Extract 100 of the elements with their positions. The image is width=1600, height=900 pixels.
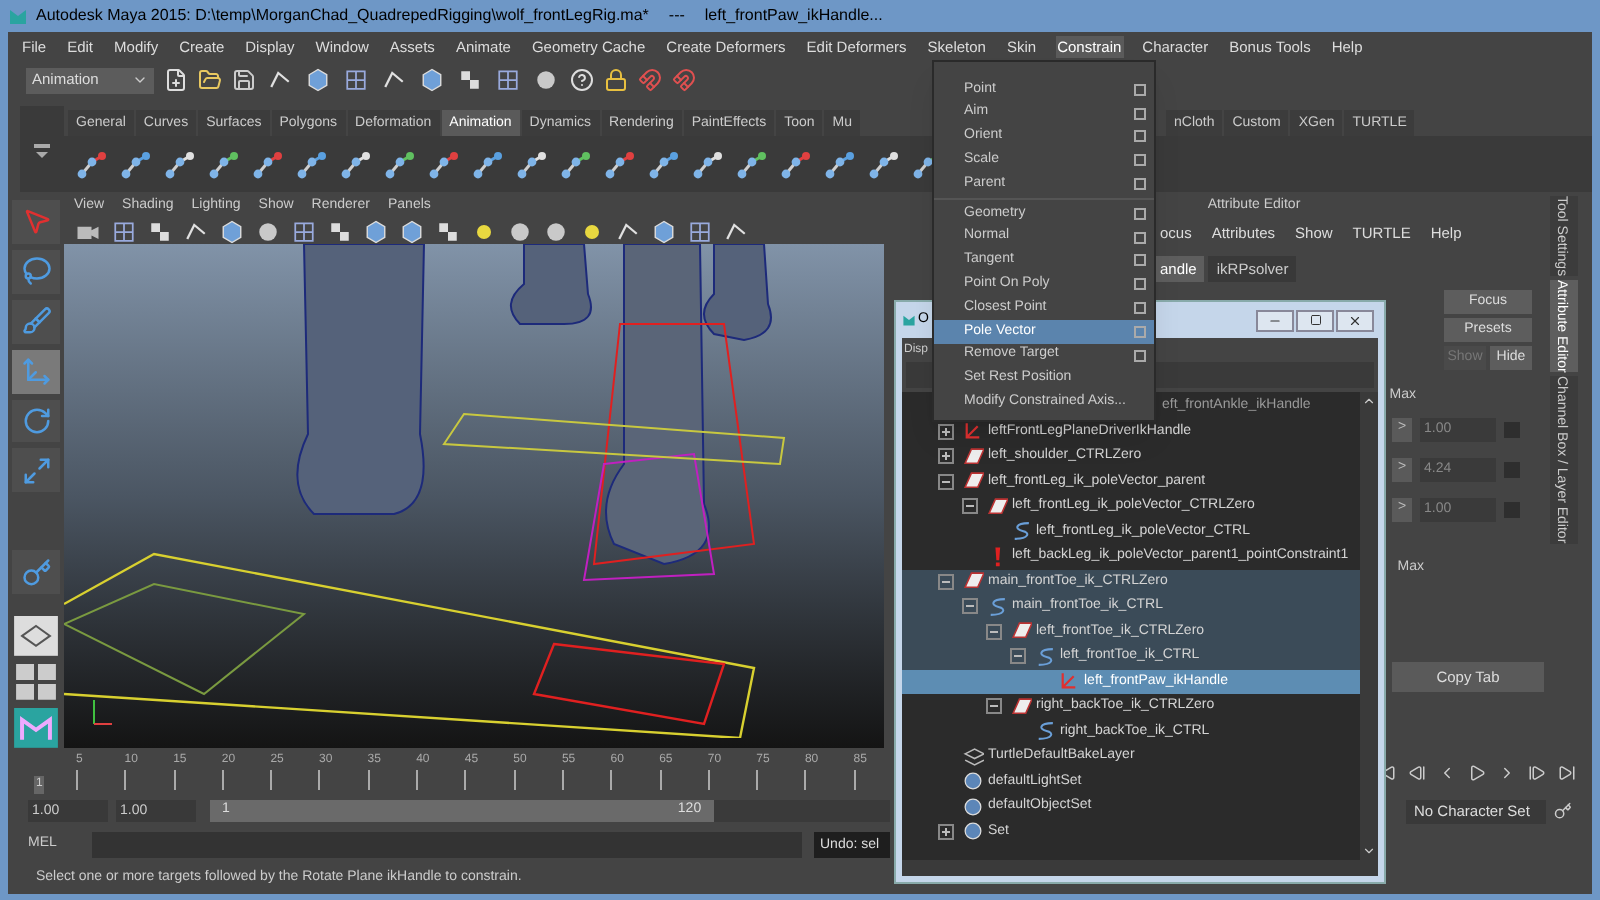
play-icon[interactable] [1468,763,1486,781]
collapse-icon[interactable] [938,473,954,490]
rotate-icon [21,406,51,436]
curve-node-icon [1010,520,1032,543]
joint-chain-icon[interactable] [780,148,812,180]
joint-chain-icon[interactable] [868,148,900,180]
cube-icon[interactable] [304,66,332,94]
option-box-icon[interactable] [1134,278,1146,291]
scale-tool[interactable] [12,448,60,493]
joint-chain-icon[interactable] [208,148,240,180]
folder-icon[interactable] [198,68,222,92]
joint-chain-icon[interactable] [560,148,592,180]
next-key-icon[interactable] [1498,763,1516,781]
transform-node-icon [962,570,984,593]
transform-node-icon [986,495,1008,518]
grid-icon[interactable] [686,217,714,245]
option-box-icon[interactable] [1134,178,1146,191]
ik-handle-icon [21,557,51,588]
rotate-tool[interactable] [12,399,60,443]
sphere-icon[interactable] [542,217,570,245]
expand-icon[interactable] [938,448,954,465]
joint-chain-icon[interactable] [516,148,548,180]
expand-icon[interactable] [938,823,954,840]
maximize-icon [1309,314,1321,326]
expand-icon[interactable] [938,423,954,440]
layout-icon[interactable] [14,616,58,657]
grid-icon[interactable] [494,66,522,94]
lasso-tool[interactable] [12,249,60,294]
key-icon[interactable] [1554,802,1572,820]
skip-forward-icon[interactable] [1558,763,1576,781]
joint-chain-icon[interactable] [648,148,680,180]
play-backward-icon[interactable] [1438,763,1456,781]
joint-chain-icon[interactable] [736,148,768,180]
joint-chain-icon[interactable] [604,148,636,180]
option-box-icon[interactable] [1134,302,1146,315]
magnet-icon[interactable] [672,68,696,92]
option-box-icon[interactable] [1134,231,1146,244]
collapse-icon[interactable] [986,623,1002,640]
joint-chain-icon[interactable] [692,148,724,180]
sphere-icon[interactable] [506,217,534,245]
option-box-icon[interactable] [1134,107,1146,120]
shelf-menu-icon[interactable] [32,139,52,159]
grid-icon[interactable] [342,66,370,94]
ikhandle-node-icon [962,420,984,443]
curve-node-icon [1034,645,1056,668]
option-box-icon[interactable] [1134,83,1146,96]
checker-icon[interactable] [434,217,462,245]
joint-chain-icon[interactable] [340,148,372,180]
joint-chain-icon[interactable] [824,148,856,180]
checker-icon[interactable] [146,217,174,245]
maximize-button[interactable] [1296,309,1334,331]
checker-icon[interactable] [326,217,354,245]
option-box-icon[interactable] [1134,349,1146,362]
help-icon[interactable] [570,68,594,92]
checker-icon[interactable] [456,66,484,94]
magnet-icon[interactable] [638,68,662,92]
collapse-icon[interactable] [962,498,978,515]
ik-handle-tool[interactable] [12,550,60,595]
collapse-icon[interactable] [986,698,1002,715]
option-box-icon[interactable] [1134,130,1146,143]
option-box-icon[interactable] [1134,207,1146,220]
cube-icon[interactable] [418,66,446,94]
option-box-icon[interactable] [1134,154,1146,167]
selection-name: left_frontPaw_ikHandle... [704,4,883,28]
joint-chain-icon[interactable] [164,148,196,180]
set-node-icon [962,770,984,793]
curve-node-icon [1034,720,1056,743]
step-back-icon[interactable] [1408,763,1426,781]
collapse-icon[interactable] [938,573,954,590]
joint-chain-icon[interactable] [120,148,152,180]
maya-logo-icon [902,312,916,328]
collapse-icon[interactable] [962,598,978,615]
step-forward-icon[interactable] [1528,763,1546,781]
four-panel-icon[interactable] [14,662,58,703]
transform-node-icon [962,470,984,493]
sphere-icon[interactable] [532,66,560,94]
scroll-down-icon[interactable] [1362,844,1376,858]
grid-icon[interactable] [110,217,138,245]
joint-chain-icon[interactable] [76,148,108,180]
scroll-up-icon[interactable] [1362,394,1376,408]
new-file-icon[interactable] [164,68,188,92]
joint-chain-icon[interactable] [428,148,460,180]
select-arrow-icon [21,206,51,237]
move-tool[interactable] [12,349,60,394]
window-title: Autodesk Maya 2015: D:\temp\MorganChad_QuadrepedRigging\wolf_frontLegRig.ma* [36,4,649,28]
option-box-icon[interactable] [1134,254,1146,267]
joint-chain-icon[interactable] [472,148,504,180]
collapse-icon[interactable] [1010,648,1026,665]
lasso-icon [21,256,51,287]
joint-chain-icon[interactable] [296,148,328,180]
save-icon[interactable] [232,68,256,92]
grid-icon[interactable] [290,217,318,245]
joint-chain-icon[interactable] [252,148,284,180]
brush-tool[interactable] [12,299,60,344]
sphere-icon[interactable] [254,217,282,245]
layer-node-icon [962,745,984,768]
transform-node-icon [1010,620,1032,643]
joint-chain-icon[interactable] [384,148,416,180]
brush-icon [21,306,51,337]
lock-icon[interactable] [604,68,628,92]
